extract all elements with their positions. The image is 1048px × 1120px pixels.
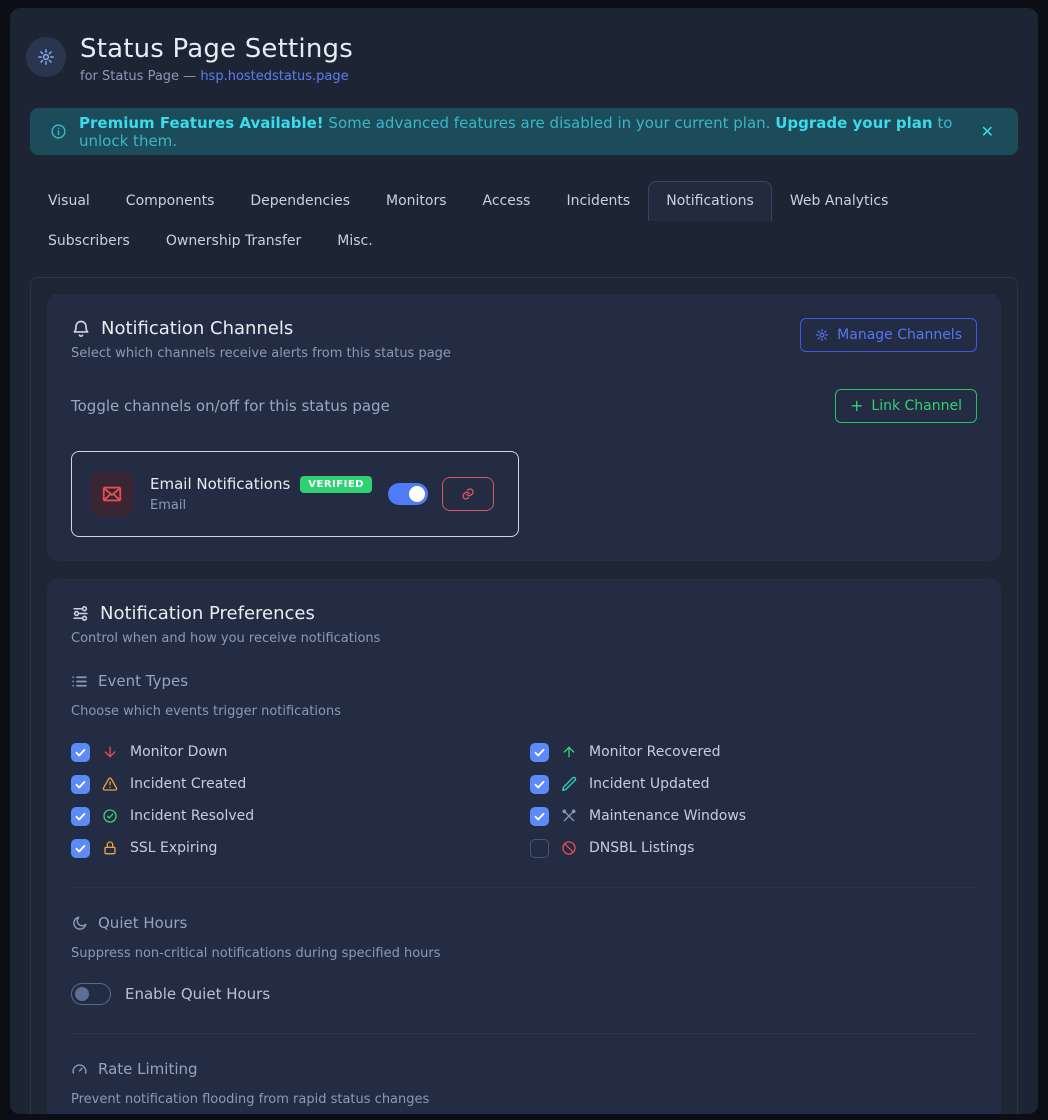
event-label: Incident Created bbox=[130, 776, 246, 792]
channels-title: Notification Channels bbox=[101, 318, 293, 339]
arrow-down-icon bbox=[102, 744, 118, 760]
rate-limiting-subtitle: Prevent notification flooding from rapid… bbox=[71, 1092, 977, 1107]
bell-icon bbox=[71, 319, 91, 339]
sliders-icon bbox=[71, 604, 90, 623]
lock-icon bbox=[102, 840, 118, 856]
channel-name: Email Notifications bbox=[150, 475, 290, 493]
page-title: Status Page Settings bbox=[80, 34, 353, 64]
event-checkbox[interactable] bbox=[530, 807, 549, 826]
moon-icon bbox=[71, 915, 88, 932]
manage-channels-button[interactable]: Manage Channels bbox=[800, 318, 977, 352]
event-checkbox[interactable] bbox=[530, 743, 549, 762]
warning-triangle-icon bbox=[102, 776, 118, 792]
envelope-icon bbox=[101, 483, 123, 505]
link-channel-button[interactable]: + Link Channel bbox=[835, 389, 977, 423]
rate-limiting-heading: Rate Limiting bbox=[98, 1060, 198, 1078]
gear-icon bbox=[37, 48, 55, 66]
tab-notifications[interactable]: Notifications bbox=[648, 181, 772, 221]
ban-icon bbox=[561, 840, 577, 856]
page-subtitle: for Status Page — hsp.hostedstatus.page bbox=[80, 69, 353, 84]
event-type-row: SSL Expiring bbox=[71, 837, 518, 859]
event-checkbox[interactable] bbox=[71, 743, 90, 762]
tab-incidents[interactable]: Incidents bbox=[548, 181, 648, 221]
event-types-subtitle: Choose which events trigger notification… bbox=[71, 704, 977, 719]
settings-page: Status Page Settings for Status Page — h… bbox=[10, 8, 1038, 1114]
page-header: Status Page Settings for Status Page — h… bbox=[10, 8, 1038, 84]
link-icon bbox=[461, 487, 475, 501]
event-checkbox[interactable] bbox=[530, 839, 549, 858]
quiet-hours-toggle-label: Enable Quiet Hours bbox=[125, 985, 270, 1003]
notifications-panel: Notification Channels Select which chann… bbox=[30, 277, 1018, 1114]
arrow-up-icon bbox=[561, 744, 577, 760]
event-checkbox[interactable] bbox=[71, 807, 90, 826]
premium-banner: Premium Features Available! Some advance… bbox=[30, 108, 1018, 155]
event-types-grid: Monitor Down Incident Created Incident Res… bbox=[71, 741, 977, 859]
settings-gear-badge bbox=[26, 37, 66, 77]
pencil-icon bbox=[561, 776, 577, 792]
notification-channels-card: Notification Channels Select which chann… bbox=[47, 294, 1001, 561]
event-type-row: Maintenance Windows bbox=[530, 805, 977, 827]
event-type-row: Incident Resolved bbox=[71, 805, 518, 827]
event-label: Maintenance Windows bbox=[589, 808, 746, 824]
preferences-title: Notification Preferences bbox=[100, 603, 315, 624]
notification-preferences-card: Notification Preferences Control when an… bbox=[47, 579, 1001, 1114]
tab-dependencies[interactable]: Dependencies bbox=[232, 181, 368, 221]
event-type-row: Incident Created bbox=[71, 773, 518, 795]
tab-visual[interactable]: Visual bbox=[30, 181, 108, 221]
event-types-heading: Event Types bbox=[98, 672, 188, 690]
gear-icon bbox=[815, 328, 829, 342]
quiet-hours-subtitle: Suppress non-critical notifications duri… bbox=[71, 946, 977, 961]
rate-limiting-section: Rate Limiting Prevent notification flood… bbox=[71, 1060, 977, 1114]
tools-icon bbox=[561, 808, 577, 824]
verified-badge: VERIFIED bbox=[300, 476, 372, 493]
divider bbox=[71, 1033, 977, 1034]
event-type-row: Monitor Recovered bbox=[530, 741, 977, 763]
tab-monitors[interactable]: Monitors bbox=[368, 181, 465, 221]
list-icon bbox=[71, 673, 88, 690]
settings-tabs: VisualComponentsDependenciesMonitorsAcce… bbox=[30, 181, 1018, 261]
gauge-icon bbox=[71, 1061, 88, 1078]
channel-type: Email bbox=[150, 498, 372, 513]
event-label: Incident Updated bbox=[589, 776, 710, 792]
event-type-row: Monitor Down bbox=[71, 741, 518, 763]
quiet-hours-heading: Quiet Hours bbox=[98, 914, 187, 932]
email-channel-card: Email Notifications VERIFIED Email bbox=[71, 451, 519, 537]
event-type-row: Incident Updated bbox=[530, 773, 977, 795]
tab-access[interactable]: Access bbox=[465, 181, 549, 221]
tab-misc[interactable]: Misc. bbox=[319, 221, 390, 261]
event-label: Incident Resolved bbox=[130, 808, 254, 824]
tab-subscribers[interactable]: Subscribers bbox=[30, 221, 148, 261]
tab-components[interactable]: Components bbox=[108, 181, 233, 221]
event-label: DNSBL Listings bbox=[589, 840, 694, 856]
subtitle-text: for Status Page — bbox=[80, 69, 200, 84]
event-checkbox[interactable] bbox=[71, 775, 90, 794]
event-type-row: DNSBL Listings bbox=[530, 837, 977, 859]
banner-text: Premium Features Available! Some advance… bbox=[79, 114, 953, 150]
event-label: Monitor Recovered bbox=[589, 744, 721, 760]
email-channel-avatar bbox=[90, 472, 134, 516]
event-checkbox[interactable] bbox=[71, 839, 90, 858]
banner-close-button[interactable]: ✕ bbox=[977, 118, 998, 146]
status-page-link[interactable]: hsp.hostedstatus.page bbox=[200, 69, 348, 84]
info-icon bbox=[50, 123, 67, 140]
channels-subtitle: Select which channels receive alerts fro… bbox=[71, 346, 451, 361]
quiet-hours-section: Quiet Hours Suppress non-critical notifi… bbox=[71, 914, 977, 1005]
event-label: SSL Expiring bbox=[130, 840, 217, 856]
email-channel-toggle[interactable] bbox=[388, 483, 428, 505]
enable-quiet-hours-toggle[interactable] bbox=[71, 983, 111, 1005]
divider bbox=[71, 887, 977, 888]
unlink-channel-button[interactable] bbox=[442, 477, 494, 511]
event-types-column: Monitor Down Incident Created Incident Res… bbox=[71, 741, 518, 859]
tab-web-analytics[interactable]: Web Analytics bbox=[772, 181, 907, 221]
event-label: Monitor Down bbox=[130, 744, 227, 760]
event-types-column: Monitor Recovered Incident Updated Mainten… bbox=[530, 741, 977, 859]
event-types-section: Event Types Choose which events trigger … bbox=[71, 672, 977, 859]
plus-icon: + bbox=[850, 401, 863, 411]
event-checkbox[interactable] bbox=[530, 775, 549, 794]
preferences-subtitle: Control when and how you receive notific… bbox=[71, 631, 977, 646]
tab-ownership-transfer[interactable]: Ownership Transfer bbox=[148, 221, 319, 261]
toggle-channels-hint: Toggle channels on/off for this status p… bbox=[71, 397, 390, 415]
check-circle-icon bbox=[102, 808, 118, 824]
